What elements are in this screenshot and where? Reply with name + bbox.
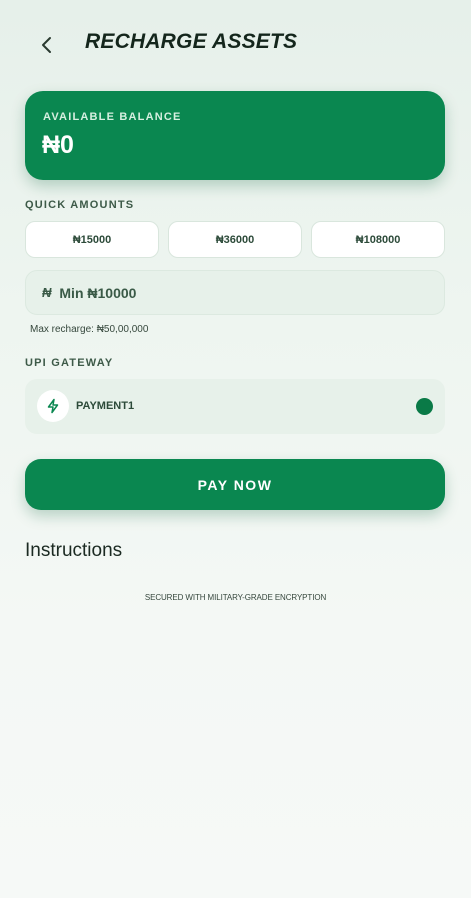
quick-amount-15000-button[interactable]: ₦15000 bbox=[25, 221, 159, 258]
security-note: SECURED WITH MILITARY-GRADE ENCRYPTION bbox=[144, 593, 327, 602]
balance-card: AVAILABLE BALANCE ₦0 bbox=[25, 91, 445, 180]
pay-now-button[interactable]: PAY NOW bbox=[25, 459, 445, 510]
balance-label: AVAILABLE BALANCE bbox=[43, 111, 182, 123]
page-title: RECHARGE ASSETS bbox=[85, 30, 298, 53]
quick-amount-36000-button[interactable]: ₦36000 bbox=[168, 221, 302, 258]
amount-input[interactable] bbox=[59, 284, 360, 301]
gateway-icon-badge bbox=[37, 390, 69, 422]
chevron-left-icon bbox=[42, 37, 51, 53]
gateway-name: PAYMENT1 bbox=[76, 400, 135, 412]
max-recharge-text: Max recharge: ₦50,00,000 bbox=[30, 324, 149, 335]
naira-icon: ₦ bbox=[42, 285, 52, 300]
gateway-option-payment1[interactable]: PAYMENT1 bbox=[25, 379, 445, 434]
balance-value: ₦0 bbox=[42, 131, 74, 159]
back-button[interactable] bbox=[34, 32, 60, 58]
lightning-icon bbox=[47, 398, 59, 414]
quick-amounts-label: QUICK AMOUNTS bbox=[25, 199, 135, 211]
app-header: RECHARGE ASSETS bbox=[0, 0, 471, 90]
instructions-heading: Instructions bbox=[25, 540, 123, 561]
upi-gateway-label: UPI GATEWAY bbox=[25, 357, 114, 369]
quick-amount-108000-button[interactable]: ₦108000 bbox=[311, 221, 445, 258]
gateway-selected-radio[interactable] bbox=[416, 398, 433, 415]
amount-field[interactable]: ₦ bbox=[25, 270, 445, 315]
